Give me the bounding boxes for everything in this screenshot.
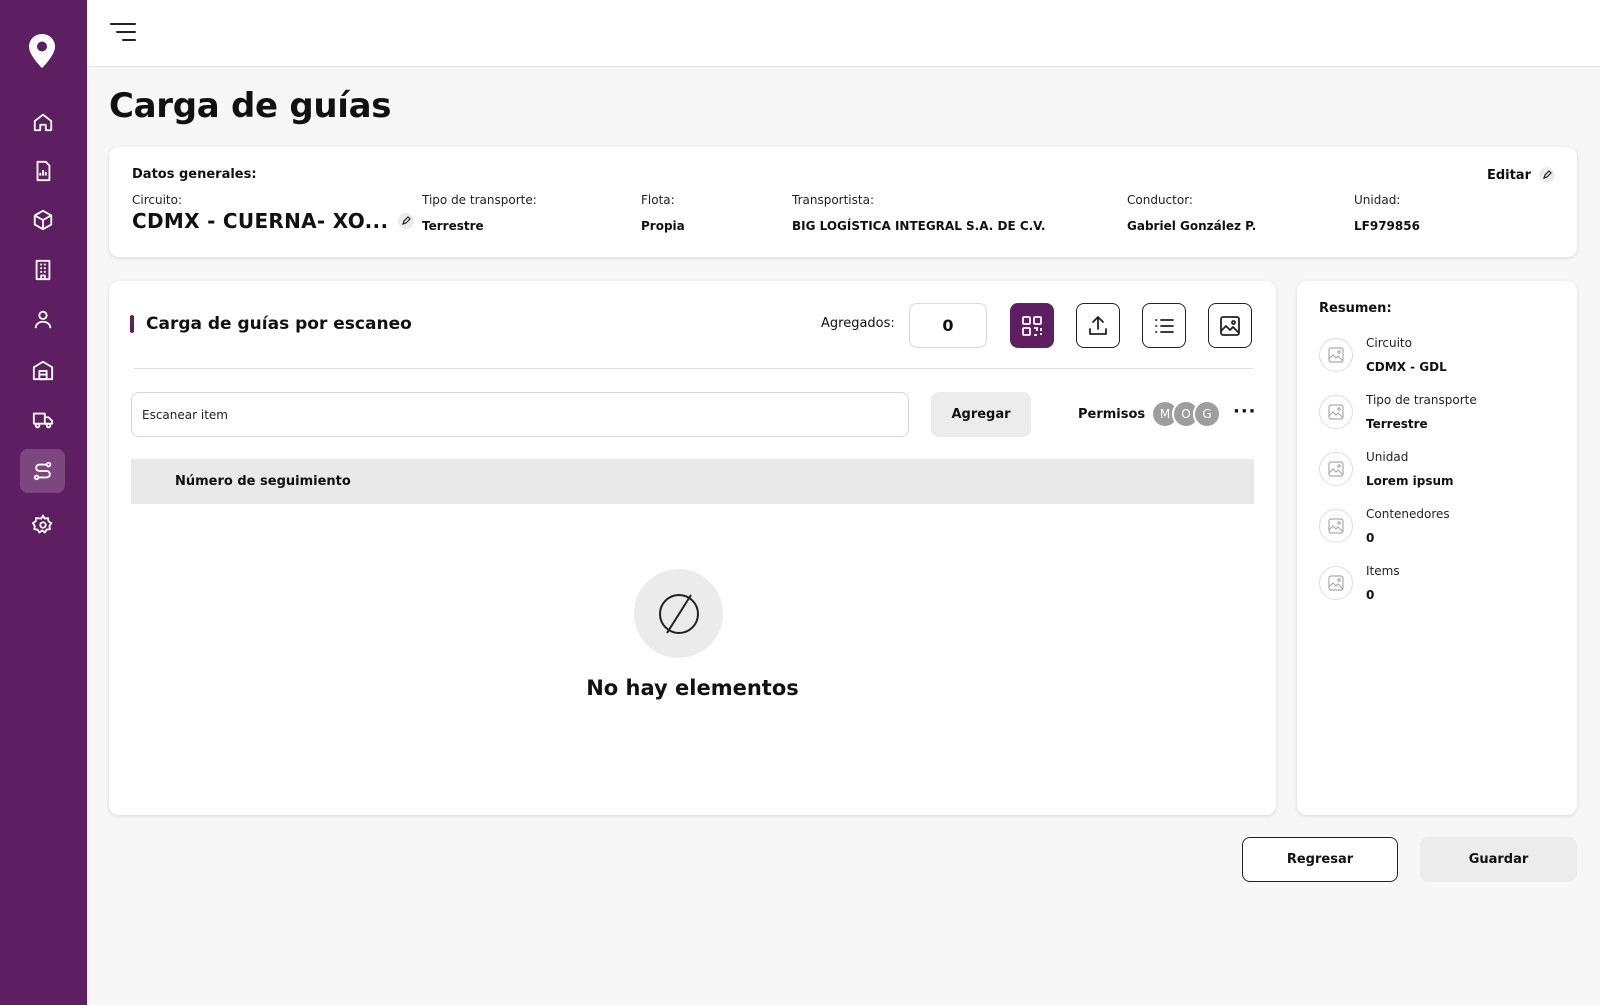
summary-value: Terrestre <box>1366 417 1428 431</box>
list-icon <box>1155 318 1174 333</box>
general-data-heading: Datos generales: <box>132 167 257 182</box>
user-icon[interactable] <box>20 297 65 341</box>
image-placeholder-icon <box>1319 452 1353 486</box>
summary-item: Tipo de transporte Terrestre <box>1319 393 1559 441</box>
scan-title: Carga de guías por escaneo <box>130 314 412 334</box>
flota-field: Flota: Propia <box>641 193 685 233</box>
column-header-tracking: Número de seguimiento <box>175 474 351 489</box>
flota-value: Propia <box>641 219 685 233</box>
tipo-transporte-value: Terrestre <box>422 219 484 233</box>
summary-label: Tipo de transporte <box>1366 393 1477 407</box>
conductor-value: Gabriel González P. <box>1127 219 1257 233</box>
general-data-card: Datos generales: Editar Circuito: CDMX -… <box>109 147 1577 257</box>
gear-icon[interactable] <box>20 503 65 547</box>
summary-item: Contenedores 0 <box>1319 507 1559 555</box>
upload-button[interactable] <box>1076 303 1120 348</box>
flota-label: Flota: <box>641 193 675 207</box>
summary-label: Contenedores <box>1366 507 1450 521</box>
summary-label: Unidad <box>1366 450 1409 464</box>
box-icon[interactable] <box>20 198 65 242</box>
empty-state-icon <box>634 569 723 658</box>
home-icon[interactable] <box>20 100 65 144</box>
summary-item: Items 0 <box>1319 564 1559 612</box>
summary-value: 0 <box>1366 588 1375 602</box>
pencil-icon <box>1539 167 1555 183</box>
title-accent-bar <box>130 315 134 333</box>
tipo-transporte-field: Tipo de transporte: Terrestre <box>422 193 537 233</box>
image-placeholder-icon <box>1319 338 1353 372</box>
transportista-value: BIG LOGÍSTICA INTEGRAL S.A. DE C.V. <box>792 219 1046 233</box>
truck-icon[interactable] <box>20 398 65 442</box>
circuito-label: Circuito: <box>132 193 183 207</box>
circuito-field: Circuito: CDMX - CUERNA- XO... <box>132 193 415 233</box>
upload-icon <box>1089 315 1107 335</box>
conductor-field: Conductor: Gabriel González P. <box>1127 193 1256 233</box>
divider <box>134 368 1254 369</box>
scan-card: Carga de guías por escaneo Agregados: 0 … <box>109 281 1276 815</box>
circuito-text: CDMX - CUERNA- XO... <box>132 209 389 233</box>
agregar-button[interactable]: Agregar <box>931 392 1031 437</box>
unidad-field: Unidad: LF979856 <box>1354 193 1420 233</box>
scan-title-text: Carga de guías por escaneo <box>146 314 412 334</box>
summary-label: Items <box>1366 564 1400 578</box>
agregados-count: 0 <box>909 303 987 348</box>
guardar-button[interactable]: Guardar <box>1420 837 1577 882</box>
summary-value: Lorem ipsum <box>1366 474 1454 488</box>
image-placeholder-icon <box>1319 566 1353 600</box>
conductor-label: Conductor: <box>1127 193 1193 207</box>
tipo-transporte-label: Tipo de transporte: <box>422 193 537 207</box>
summary-value: 0 <box>1366 531 1375 545</box>
report-icon[interactable] <box>20 149 65 193</box>
summary-item: Circuito CDMX - GDL <box>1319 336 1559 384</box>
building-icon[interactable] <box>20 248 65 292</box>
qr-code-icon <box>1022 315 1042 336</box>
pencil-icon[interactable] <box>398 213 415 229</box>
qr-scan-button[interactable] <box>1010 303 1054 348</box>
edit-button[interactable]: Editar <box>1487 167 1555 183</box>
transportista-label: Transportista: <box>792 193 874 207</box>
summary-item: Unidad Lorem ipsum <box>1319 450 1559 498</box>
image-icon <box>1220 315 1240 336</box>
avatar[interactable]: G <box>1193 400 1221 428</box>
summary-heading: Resumen: <box>1319 301 1392 316</box>
summary-value: CDMX - GDL <box>1366 360 1447 374</box>
hamburger-menu-icon[interactable] <box>109 21 137 43</box>
edit-label: Editar <box>1486 167 1531 183</box>
image-placeholder-icon <box>1319 509 1353 543</box>
table-header: Número de seguimiento <box>131 459 1254 504</box>
map-pin-icon[interactable] <box>27 33 57 69</box>
permission-avatars[interactable]: M O G <box>1151 400 1226 430</box>
agregados-label: Agregados: <box>821 316 895 331</box>
image-placeholder-icon <box>1319 395 1353 429</box>
page-title: Carga de guías <box>109 86 392 126</box>
top-bar <box>87 0 1600 67</box>
sidebar <box>0 0 87 1005</box>
scan-item-input[interactable] <box>131 392 909 437</box>
warehouse-icon[interactable] <box>20 348 65 392</box>
transportista-field: Transportista: BIG LOGÍSTICA INTEGRAL S.… <box>792 193 1045 233</box>
regresar-button[interactable]: Regresar <box>1242 837 1398 882</box>
empty-state-text: No hay elementos <box>586 676 799 700</box>
route-icon[interactable] <box>20 449 65 493</box>
circuito-value: CDMX - CUERNA- XO... <box>132 209 415 233</box>
list-view-button[interactable] <box>1142 303 1186 348</box>
permisos-label: Permisos <box>1078 407 1146 422</box>
more-options-icon[interactable]: ··· <box>1233 401 1257 422</box>
summary-label: Circuito <box>1366 336 1412 350</box>
summary-card: Resumen: Circuito CDMX - GDL Tipo de tra… <box>1297 281 1577 815</box>
unidad-label: Unidad: <box>1354 193 1401 207</box>
unidad-value: LF979856 <box>1354 219 1420 233</box>
image-button[interactable] <box>1208 303 1252 348</box>
